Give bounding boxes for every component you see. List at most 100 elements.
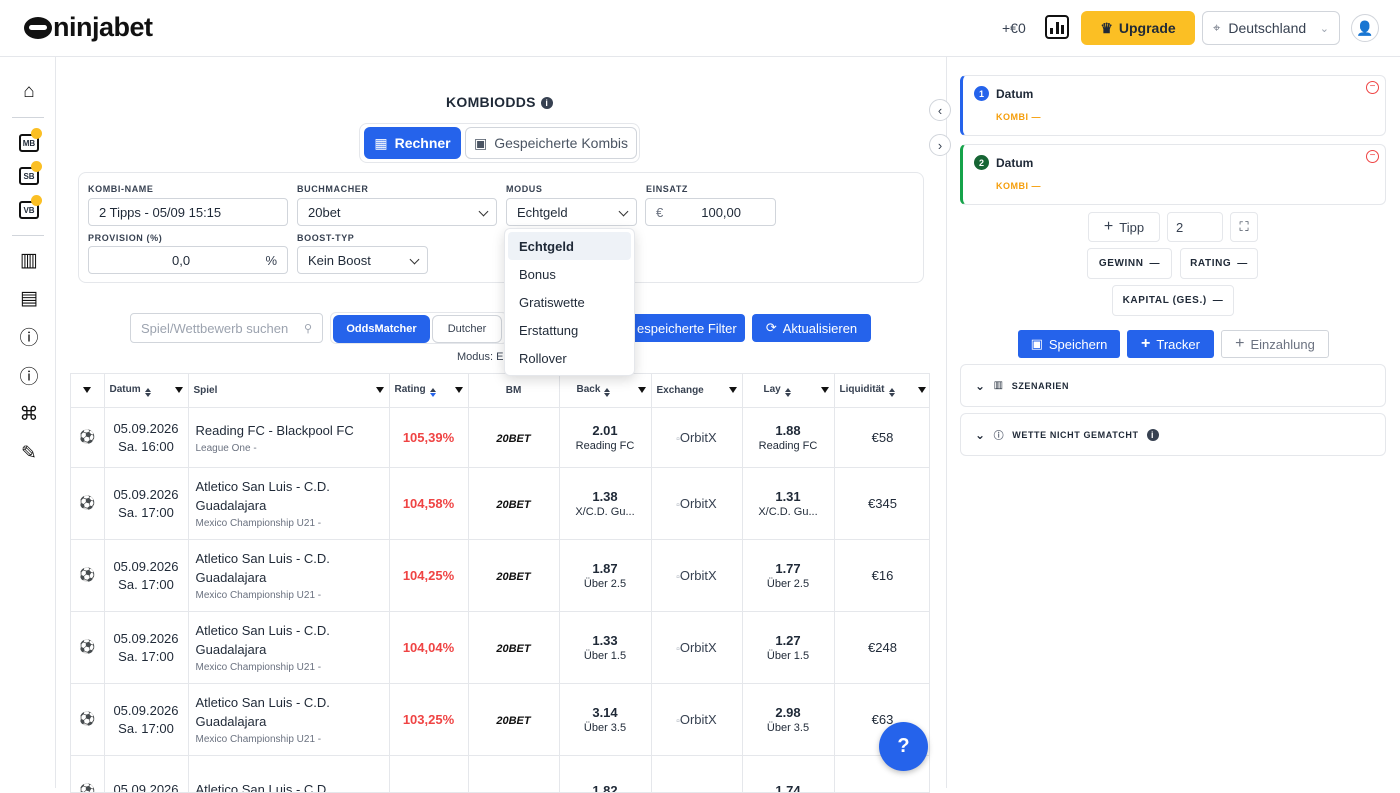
col-bm-label: BM <box>506 385 522 396</box>
help-icon[interactable]: ⓘ <box>17 363 41 387</box>
tip-card-2[interactable]: 2 Datum KOMBI — − <box>960 144 1386 205</box>
sort-icon[interactable] <box>785 388 791 397</box>
einsatz-input[interactable]: €100,00 <box>645 198 776 226</box>
filter-icon[interactable] <box>821 387 829 393</box>
info-icon[interactable]: i <box>1147 429 1159 441</box>
lay-cell[interactable]: 1.27Über 1.5 <box>742 611 834 683</box>
kombi-name-input[interactable]: 2 Tipps - 05/09 15:15 <box>88 198 288 226</box>
col-spiel[interactable]: Spiel <box>188 374 389 407</box>
chart-icon[interactable]: ▥ <box>17 248 41 272</box>
odds-table: Datum Spiel Rating BM Back Exchange Lay … <box>70 373 930 793</box>
back-cell[interactable]: 1.38X/C.D. Gu... <box>559 467 651 539</box>
einzahlung-button[interactable]: +Einzahlung <box>1221 330 1329 358</box>
modus-option-erstattung[interactable]: Erstattung <box>508 316 631 344</box>
pen-icon[interactable]: ✎ <box>17 441 41 465</box>
back-cell[interactable]: 1.33Über 1.5 <box>559 611 651 683</box>
match-cell[interactable]: Atletico San Luis - C.D. GuadalajaraMexi… <box>188 467 389 539</box>
match-cell[interactable]: Atletico San Luis - C.D. GuadalajaraMexi… <box>188 683 389 755</box>
lay-odds: 1.77 <box>743 561 834 576</box>
tip-card-1[interactable]: 1 Datum KOMBI — − <box>960 75 1386 136</box>
col-rating-label: Rating <box>395 384 426 395</box>
modus-option-echtgeld[interactable]: Echtgeld <box>508 232 631 260</box>
stats-icon[interactable] <box>1045 15 1069 39</box>
match-cell[interactable]: Atletico San Luis - C.D. GuadalajaraMexi… <box>188 539 389 611</box>
sort-icon[interactable] <box>145 388 151 397</box>
save-icon: ▣ <box>474 135 487 152</box>
table-row[interactable]: ⚽05.09.2026Sa. 17:00Atletico San Luis - … <box>71 539 930 611</box>
col-rating[interactable]: Rating <box>389 374 468 407</box>
boost-select[interactable]: Kein Boost <box>297 246 428 274</box>
match-cell[interactable]: Atletico San Luis - C.D. <box>188 755 389 793</box>
saved-filters-button[interactable]: espeicherte Filter <box>622 314 745 342</box>
lay-cell[interactable]: 1.88Reading FC <box>742 407 834 467</box>
chevron-left-icon[interactable]: ‹ <box>929 99 951 121</box>
filter-icon[interactable] <box>455 387 463 393</box>
sort-icon[interactable] <box>430 388 436 397</box>
filter-icon[interactable] <box>918 387 926 393</box>
modus-option-rollover[interactable]: Rollover <box>508 344 631 372</box>
logo[interactable]: ninjabet <box>24 12 153 43</box>
tab-rechner[interactable]: ▦Rechner <box>364 127 461 159</box>
col-back[interactable]: Back <box>559 374 651 407</box>
add-tipp-button[interactable]: +Tipp <box>1088 212 1160 242</box>
help-icon[interactable]: ⓘ <box>17 324 41 348</box>
tipp-count-input[interactable]: 2 <box>1167 212 1223 242</box>
col-lay[interactable]: Lay <box>742 374 834 407</box>
nicht-gematcht-accordion[interactable]: ⌄ⓘWETTE NICHT GEMATCHTi <box>960 413 1386 456</box>
lay-cell[interactable]: 1.74 <box>742 755 834 793</box>
remove-icon[interactable]: − <box>1366 81 1379 94</box>
col-datum[interactable]: Datum <box>104 374 188 407</box>
user-avatar-icon[interactable]: 👤 <box>1351 14 1379 42</box>
back-cell[interactable]: 1.82 <box>559 755 651 793</box>
filter-icon[interactable] <box>175 387 183 393</box>
provision-input[interactable]: 0,0% <box>88 246 288 274</box>
table-row[interactable]: ⚽05.09.2026Atletico San Luis - C.D.1.821… <box>71 755 930 793</box>
col-bm[interactable]: BM <box>468 374 559 407</box>
back-cell[interactable]: 2.01Reading FC <box>559 407 651 467</box>
lay-cell[interactable]: 2.98Über 3.5 <box>742 683 834 755</box>
modus-option-gratiswette[interactable]: Gratiswette <box>508 288 631 316</box>
chat-icon[interactable]: ▤ <box>17 286 41 310</box>
provision-value: 0,0 <box>172 253 190 268</box>
upgrade-button[interactable]: ♛Upgrade <box>1081 11 1195 45</box>
modus-option-bonus[interactable]: Bonus <box>508 260 631 288</box>
pill-dutcher[interactable]: Dutcher <box>432 315 502 343</box>
filter-icon[interactable] <box>729 387 737 393</box>
remove-icon[interactable]: − <box>1366 150 1379 163</box>
col-exchange[interactable]: Exchange <box>651 374 742 407</box>
search-input[interactable]: Spiel/Wettbewerb suchen⚲ <box>130 313 323 343</box>
fullscreen-icon[interactable]: ⛶ <box>1230 212 1258 242</box>
save-label: Speichern <box>1049 337 1108 352</box>
modus-value: Echtgeld <box>517 205 568 220</box>
help-chat-button[interactable]: ? <box>879 722 928 771</box>
back-cell[interactable]: 3.14Über 3.5 <box>559 683 651 755</box>
lay-cell[interactable]: 1.77Über 2.5 <box>742 539 834 611</box>
match-cell[interactable]: Atletico San Luis - C.D. GuadalajaraMexi… <box>188 611 389 683</box>
tracker-button[interactable]: +Tracker <box>1127 330 1214 358</box>
table-row[interactable]: ⚽05.09.2026Sa. 17:00Atletico San Luis - … <box>71 611 930 683</box>
refresh-button[interactable]: ⟳Aktualisieren <box>752 314 871 342</box>
country-select[interactable]: ⌖ Deutschland ⌄ <box>1202 11 1340 45</box>
filter-icon[interactable] <box>376 387 384 393</box>
pill-oddsmatcher[interactable]: OddsMatcher <box>333 315 430 343</box>
table-row[interactable]: ⚽05.09.2026Sa. 16:00Reading FC - Blackpo… <box>71 407 930 467</box>
chevron-right-icon[interactable]: › <box>929 134 951 156</box>
tab-gespeicherte-kombis[interactable]: ▣Gespeicherte Kombis <box>465 127 637 159</box>
col-liquiditaet[interactable]: Liquidität <box>834 374 930 407</box>
table-row[interactable]: ⚽05.09.2026Sa. 17:00Atletico San Luis - … <box>71 683 930 755</box>
info-icon[interactable]: i <box>541 97 553 109</box>
buchmacher-select[interactable]: 20bet <box>297 198 497 226</box>
save-button[interactable]: ▣Speichern <box>1018 330 1120 358</box>
lay-cell[interactable]: 1.31X/C.D. Gu... <box>742 467 834 539</box>
szenarien-accordion[interactable]: ⌄▥SZENARIEN <box>960 364 1386 407</box>
filter-icon[interactable] <box>638 387 646 393</box>
network-icon[interactable]: ⌘ <box>17 402 41 426</box>
modus-select[interactable]: Echtgeld <box>506 198 637 226</box>
filter-icon[interactable] <box>83 387 91 393</box>
home-icon[interactable]: ⌂ <box>17 80 41 104</box>
sort-icon[interactable] <box>889 388 895 397</box>
sort-icon[interactable] <box>604 388 610 397</box>
table-row[interactable]: ⚽05.09.2026Sa. 17:00Atletico San Luis - … <box>71 467 930 539</box>
match-cell[interactable]: Reading FC - Blackpool FCLeague One - <box>188 407 389 467</box>
back-cell[interactable]: 1.87Über 2.5 <box>559 539 651 611</box>
